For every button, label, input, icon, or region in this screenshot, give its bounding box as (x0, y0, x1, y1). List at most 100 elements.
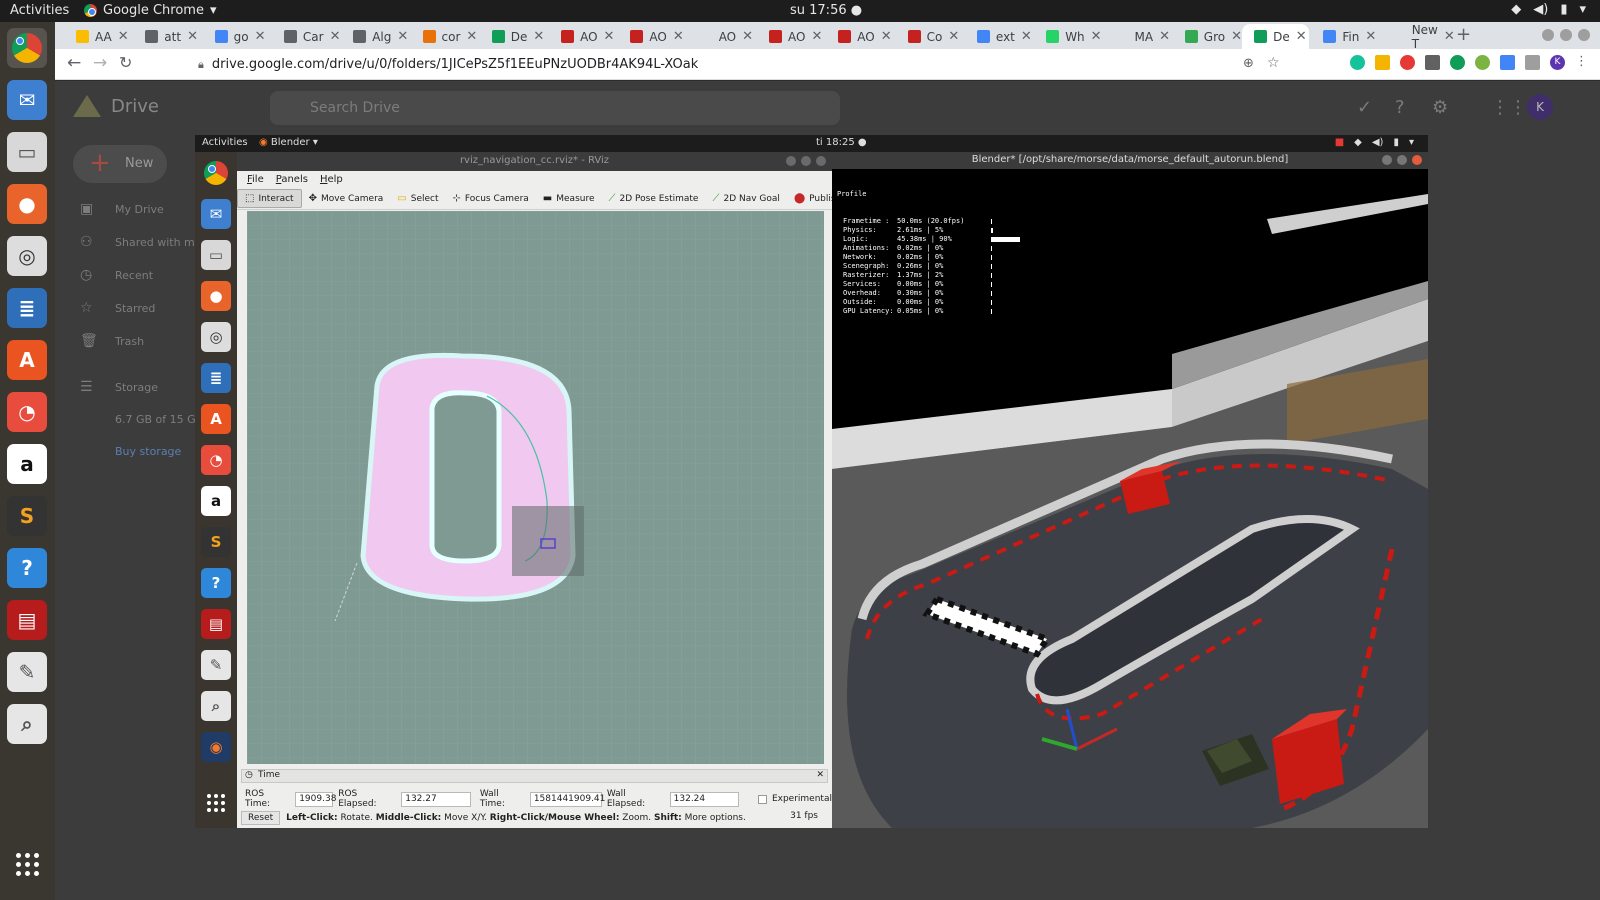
close-tab-icon[interactable]: ✕ (604, 29, 615, 44)
browser-tab[interactable]: Wh ✕ (1034, 24, 1102, 49)
close-tab-icon[interactable]: ✕ (187, 29, 198, 44)
drive-logo[interactable]: Drive (73, 95, 159, 117)
activities-button[interactable]: Activities (10, 3, 69, 18)
minimize-button[interactable] (786, 156, 796, 166)
tool-2d-nav-goal[interactable]: ⟋ 2D Nav Goal (705, 190, 786, 207)
chromium-dock-icon[interactable]: ◔ (7, 392, 47, 432)
new-tab-button[interactable]: + (1456, 24, 1471, 45)
browser-tab[interactable]: Co ✕ (896, 24, 963, 49)
maximize-button[interactable] (1397, 155, 1407, 165)
browser-tab[interactable]: AO ✕ (757, 24, 824, 49)
minimize-button[interactable] (1542, 29, 1554, 41)
tool-select[interactable]: ▭ Select (390, 190, 445, 207)
close-tab-icon[interactable]: ✕ (118, 29, 129, 44)
show-applications-icon[interactable] (7, 844, 47, 884)
install-icon[interactable]: ⊕ (1243, 56, 1254, 71)
browser-tab[interactable]: AO ✕ (618, 24, 685, 49)
browser-tab[interactable]: Alg ✕ (341, 24, 408, 49)
writer-dock-icon[interactable]: ≣ (7, 288, 47, 328)
firefox-dock-icon[interactable]: ● (7, 184, 47, 224)
thunderbird-dock-icon[interactable]: ✉ (201, 199, 231, 229)
inner-activities[interactable]: Activities (202, 137, 248, 148)
amazon-dock-icon[interactable]: a (201, 486, 231, 516)
search-drive-input[interactable]: Search Drive (270, 91, 840, 125)
terminal-dock-icon[interactable]: ▤ (201, 609, 231, 639)
close-tab-icon[interactable]: ✕ (1444, 29, 1455, 44)
ros-elapsed-field[interactable]: 132.27 (401, 791, 471, 807)
profile-avatar[interactable]: K (1550, 55, 1565, 70)
settings-gear-icon[interactable]: ⚙ (1432, 97, 1448, 118)
tool-focus-camera[interactable]: ⊹ Focus Camera (446, 190, 536, 207)
close-button[interactable] (1578, 29, 1590, 41)
help-icon[interactable]: ? (1395, 97, 1405, 118)
menu-icon[interactable]: ⋮ (1575, 55, 1590, 70)
bookmark-star-icon[interactable]: ☆ (1267, 55, 1280, 71)
inner-clock[interactable]: ti 18:25 ● (816, 137, 867, 148)
rhythmbox-dock-icon[interactable]: ◎ (201, 322, 231, 352)
text-editor-dock-icon[interactable]: ✎ (7, 652, 47, 692)
close-tab-icon[interactable]: ✕ (255, 29, 266, 44)
account-avatar[interactable]: K (1527, 94, 1553, 120)
browser-tab[interactable]: De ✕ (480, 24, 547, 49)
firefox-dock-icon[interactable]: ● (201, 281, 231, 311)
close-tab-icon[interactable]: ✕ (1365, 29, 1376, 44)
tool-move-camera[interactable]: ✥ Move Camera (302, 190, 391, 207)
address-bar[interactable]: 🔒︎ drive.google.com/drive/u/0/folders/1J… (198, 53, 1308, 76)
maximize-button[interactable] (801, 156, 811, 166)
app-menu[interactable]: Google Chrome ▾ (84, 3, 217, 18)
browser-tab[interactable]: Gro ✕ (1173, 24, 1242, 49)
rviz-3d-viewport[interactable] (247, 211, 824, 764)
close-tab-icon[interactable]: ✕ (466, 29, 477, 44)
thunderbird-dock-icon[interactable]: ✉ (7, 80, 47, 120)
close-button[interactable] (816, 156, 826, 166)
drive-extension-icon[interactable] (1450, 55, 1465, 70)
browser-tab[interactable]: De ✕ (1242, 24, 1310, 49)
clock[interactable]: su 17:56 ● (790, 3, 862, 18)
browser-tab[interactable]: att ✕ (133, 24, 200, 49)
browser-tab[interactable]: Car ✕ (272, 24, 341, 49)
text-editor-dock-icon[interactable]: ✎ (201, 650, 231, 680)
offline-check-icon[interactable]: ✓ (1357, 97, 1372, 118)
adblock-icon[interactable] (1400, 55, 1415, 70)
forward-icon[interactable]: → (93, 53, 107, 73)
nav-shared[interactable]: Shared with me (115, 236, 202, 249)
nav-recent[interactable]: Recent (115, 269, 153, 282)
close-tab-icon[interactable]: ✕ (1231, 29, 1242, 44)
search-tool-dock-icon[interactable]: ⌕ (7, 704, 47, 744)
close-tab-icon[interactable]: ✕ (330, 29, 341, 44)
browser-tab[interactable]: AA ✕ (64, 24, 131, 49)
extension-icon[interactable] (1475, 55, 1490, 70)
back-icon[interactable]: ← (67, 53, 81, 73)
wall-elapsed-field[interactable]: 132.24 (669, 791, 740, 807)
tool-2d-pose-estimate[interactable]: ⟋ 2D Pose Estimate (602, 190, 706, 207)
search-tool-dock-icon[interactable]: ⌕ (201, 691, 231, 721)
reload-icon[interactable]: ↻ (119, 53, 132, 72)
menu-panels[interactable]: Panels (276, 174, 308, 185)
nav-starred[interactable]: Starred (115, 302, 155, 315)
minimize-button[interactable] (1382, 155, 1392, 165)
browser-tab[interactable]: AO ✕ (688, 24, 755, 49)
close-tab-icon[interactable]: ✕ (881, 29, 892, 44)
apps-grid-icon[interactable]: ⋮⋮ (1491, 97, 1527, 118)
close-tab-icon[interactable]: ✕ (397, 29, 408, 44)
close-tab-icon[interactable]: ✕ (1091, 29, 1102, 44)
terminal-dock-icon[interactable]: ▤ (7, 600, 47, 640)
menu-file[interactable]: File (247, 174, 264, 185)
system-tray[interactable]: ◆ ◀) ▮ ▾ (1511, 2, 1586, 17)
mail-extension-icon[interactable] (1525, 55, 1540, 70)
browser-tab[interactable]: cor ✕ (411, 24, 478, 49)
close-tab-icon[interactable]: ✕ (1296, 29, 1307, 44)
chrome-dock-icon[interactable] (201, 158, 231, 188)
browser-tab[interactable]: AO ✕ (549, 24, 616, 49)
close-tab-icon[interactable]: ✕ (742, 29, 753, 44)
menu-help[interactable]: Help (320, 174, 343, 185)
browser-tab[interactable]: Fin ✕ (1311, 24, 1378, 49)
close-tab-icon[interactable]: ✕ (1159, 29, 1170, 44)
reset-button[interactable]: Reset (241, 811, 281, 825)
help-dock-icon[interactable]: ? (201, 568, 231, 598)
new-button[interactable]: New (73, 145, 167, 183)
nav-trash[interactable]: Trash (115, 335, 144, 348)
close-panel-icon[interactable]: ✕ (816, 770, 824, 780)
browser-tab[interactable]: New T ✕ (1381, 23, 1455, 51)
nav-my-drive[interactable]: My Drive (115, 203, 164, 216)
